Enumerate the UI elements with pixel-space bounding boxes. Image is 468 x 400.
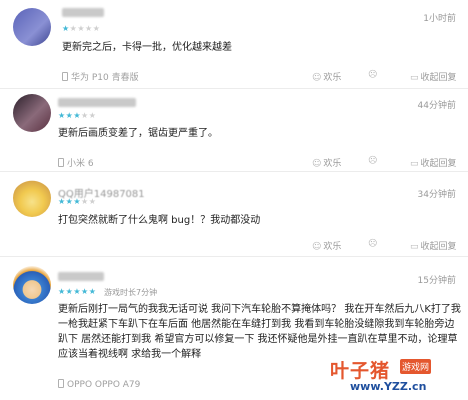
avatar[interactable]: [13, 266, 51, 304]
play-time: 游戏时长7分钟: [104, 288, 158, 297]
star-filled-icon: ★: [58, 197, 66, 206]
thumbs-up-icon: ☺: [312, 73, 322, 83]
watermark-title: 叶子猪: [330, 360, 391, 382]
like-button[interactable]: ☺ 欢乐: [312, 70, 341, 83]
collapse-reply-label: 收起回复: [420, 242, 457, 252]
star-filled-icon: ★: [81, 287, 89, 296]
collapse-reply-label: 收起回复: [420, 159, 457, 169]
review-time: 1小时前: [423, 14, 456, 24]
comment-icon: ▭: [410, 159, 419, 169]
star-filled-icon: ★: [58, 111, 66, 120]
star-empty-icon: ★: [77, 24, 86, 33]
watermark-tag: 游戏网: [400, 359, 432, 374]
review-content: 更新后刚打一局气的我我无话可说 我问下汽车轮胎不算掩体吗？ 我在开车然后九八K打…: [58, 302, 466, 362]
comment-icon: ▭: [410, 73, 419, 83]
review-content: 更新完之后，卡得一批，优化越来越差: [62, 42, 232, 53]
star-filled-icon: ★: [73, 111, 82, 120]
device-label: OPPO OPPO A79: [58, 379, 140, 390]
watermark-url: www.YZZ.cn: [350, 380, 427, 393]
watermark-logo: 叶子猪 游戏网 www.YZZ.cn: [330, 356, 458, 396]
dislike-button[interactable]: ☹: [368, 239, 379, 249]
review-content: 更新后画质变差了，锯齿更严重了。: [58, 128, 218, 139]
device-name: OPPO OPPO A79: [67, 380, 141, 390]
avatar[interactable]: [13, 8, 51, 46]
review-time: 44分钟前: [417, 101, 456, 111]
rating-stars: ★★★★★: [62, 25, 100, 33]
like-label: 欢乐: [323, 159, 342, 169]
collapse-reply-button[interactable]: ▭ 收起回复: [410, 156, 457, 169]
review-content-line: 更新后刚打一局气的我我无话可说 我问下汽车轮胎不算掩体吗？ 我在开车然后九八K打…: [58, 304, 461, 315]
phone-icon: [58, 379, 64, 388]
phone-icon: [62, 72, 68, 81]
phone-icon: [58, 158, 64, 167]
avatar[interactable]: [13, 179, 51, 217]
review-item: ★★★★★ 1小时前 更新完之后，卡得一批，优化越来越差 华为 P10 青春版 …: [0, 0, 468, 88]
collapse-reply-button[interactable]: ▭ 收起回复: [410, 70, 457, 83]
star-empty-icon: ★: [81, 111, 89, 120]
star-filled-icon: ★: [58, 287, 66, 296]
thumbs-up-icon: ☺: [312, 242, 322, 252]
rating-stars: ★★★★★: [58, 198, 96, 206]
star-empty-icon: ★: [81, 197, 89, 206]
thumbs-down-icon: ☹: [368, 156, 378, 166]
dislike-button[interactable]: ☹: [368, 156, 379, 166]
review-time: 34分钟前: [417, 190, 456, 200]
username-blurred: [62, 8, 104, 17]
star-empty-icon: ★: [88, 111, 97, 120]
like-label: 欢乐: [323, 242, 342, 252]
star-empty-icon: ★: [92, 24, 101, 33]
rating-stars: ★★★★★: [58, 288, 96, 296]
star-empty-icon: ★: [85, 24, 93, 33]
rating-stars: ★★★★★: [58, 112, 96, 120]
username-blurred: [58, 98, 136, 107]
device-name: 小米 6: [67, 159, 94, 169]
comment-icon: ▭: [410, 242, 419, 252]
collapse-reply-button[interactable]: ▭ 收起回复: [410, 239, 457, 252]
star-filled-icon: ★: [62, 24, 70, 33]
like-label: 欢乐: [323, 73, 342, 83]
avatar[interactable]: [13, 94, 51, 132]
device-label: 小米 6: [58, 156, 94, 169]
like-button[interactable]: ☺ 欢乐: [312, 156, 341, 169]
collapse-reply-label: 收起回复: [420, 73, 457, 83]
thumbs-down-icon: ☹: [368, 70, 378, 80]
review-item: QQ用户14987081 ★★★★★ 34分钟前 打包突然就断了什么鬼啊 bug…: [0, 171, 468, 254]
review-content: 打包突然就断了什么鬼啊 bug！？我动都没动: [58, 215, 261, 226]
review-item: ★★★★★ 44分钟前 更新后画质变差了，锯齿更严重了。 小米 6 ☺ 欢乐 ☹ …: [0, 88, 468, 171]
star-filled-icon: ★: [73, 197, 82, 206]
star-empty-icon: ★: [88, 197, 97, 206]
thumbs-up-icon: ☺: [312, 159, 322, 169]
device-label: 华为 P10 青春版: [62, 70, 139, 83]
like-button[interactable]: ☺ 欢乐: [312, 239, 341, 252]
review-time: 15分钟前: [417, 276, 456, 286]
star-filled-icon: ★: [73, 287, 82, 296]
review-content-line: 一枪我赶紧下车趴下在车后面 他居然能在车缝打到我 我看到车轮胎没缝隙我到车轮胎旁…: [58, 319, 455, 330]
thumbs-down-icon: ☹: [368, 239, 378, 249]
device-name: 华为 P10 青春版: [71, 73, 139, 83]
review-content-line: 趴下 居然还能打到我 希望官方可以修复一下 我还怀疑他是外挂一直趴在草里不动，论…: [58, 334, 458, 345]
star-filled-icon: ★: [88, 287, 97, 296]
dislike-button[interactable]: ☹: [368, 70, 379, 80]
username-blurred: [58, 272, 104, 281]
